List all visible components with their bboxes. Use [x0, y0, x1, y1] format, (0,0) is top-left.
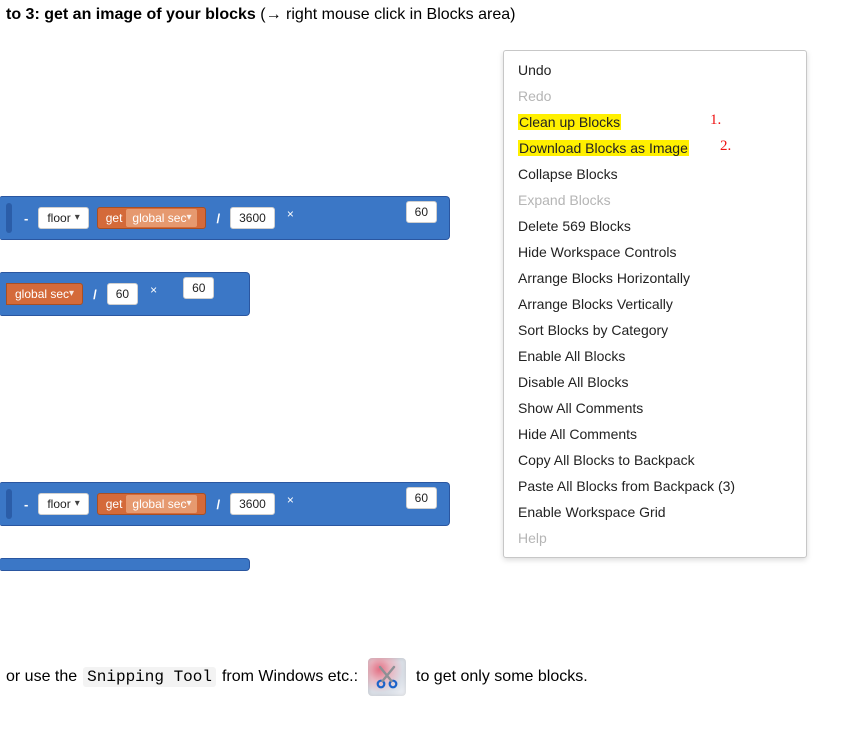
minus-operator: -	[22, 211, 30, 226]
menu-item-delete-569-blocks[interactable]: Delete 569 Blocks	[504, 213, 806, 239]
snipping-tool-name: Snipping Tool	[83, 667, 216, 687]
floor-dropdown[interactable]: floor▾	[38, 207, 88, 229]
menu-item-hide-all-comments[interactable]: Hide All Comments	[504, 421, 806, 447]
menu-item-disable-all-blocks[interactable]: Disable All Blocks	[504, 369, 806, 395]
footer-middle: from Windows etc.:	[222, 668, 358, 686]
number-literal-60-b[interactable]: 60	[183, 277, 214, 299]
snipping-tool-icon	[368, 658, 406, 696]
footer-suffix: to get only some blocks.	[416, 668, 588, 686]
menu-item-paste-all-blocks-from-backpack-3[interactable]: Paste All Blocks from Backpack (3)	[504, 473, 806, 499]
chevron-down-icon: ▾	[69, 285, 74, 303]
variable-dropdown[interactable]: global sec ▾	[126, 495, 197, 513]
menu-item-enable-all-blocks[interactable]: Enable All Blocks	[504, 343, 806, 369]
menu-item-copy-all-blocks-to-backpack[interactable]: Copy All Blocks to Backpack	[504, 447, 806, 473]
divide-operator: /	[214, 211, 222, 226]
menu-item-expand-blocks: Expand Blocks	[504, 187, 806, 213]
menu-item-arrange-blocks-vertically[interactable]: Arrange Blocks Vertically	[504, 291, 806, 317]
block-notch	[6, 203, 12, 233]
chevron-down-icon: ▾	[75, 207, 80, 229]
divide-operator: /	[214, 497, 222, 512]
footer-line: or use the Snipping Tool from Windows et…	[0, 650, 852, 696]
number-literal-60[interactable]: 60	[406, 487, 437, 509]
number-literal-3600[interactable]: 3600	[230, 493, 275, 515]
chevron-down-icon: ▾	[75, 493, 80, 515]
menu-item-sort-blocks-by-category[interactable]: Sort Blocks by Category	[504, 317, 806, 343]
block-notch	[6, 489, 12, 519]
menu-item-undo[interactable]: Undo	[504, 57, 806, 83]
menu-item-hide-workspace-controls[interactable]: Hide Workspace Controls	[504, 239, 806, 265]
multiply-operator: ×	[283, 493, 298, 507]
minus-operator: -	[22, 497, 30, 512]
menu-item-redo: Redo	[504, 83, 806, 109]
get-variable-block[interactable]: get global sec ▾	[97, 493, 207, 515]
menu-item-arrange-blocks-horizontally[interactable]: Arrange Blocks Horizontally	[504, 265, 806, 291]
chevron-down-icon: ▾	[186, 495, 191, 513]
context-menu: UndoRedoClean up Blocks1.Download Blocks…	[503, 50, 807, 558]
divide-operator: /	[91, 287, 99, 302]
variable-dropdown[interactable]: global sec ▾	[6, 283, 83, 305]
block-row-partial[interactable]	[0, 558, 250, 571]
number-literal-60[interactable]: 60	[107, 283, 138, 305]
instruction-line: to 3: get an image of your blocks (→ rig…	[0, 6, 852, 24]
block-row-floor-2[interactable]: - floor▾ get global sec ▾ / 3600 × 60	[0, 482, 450, 526]
menu-item-help: Help	[504, 525, 806, 551]
floor-dropdown[interactable]: floor▾	[38, 493, 88, 515]
chevron-down-icon: ▾	[186, 209, 191, 227]
get-variable-block[interactable]: get global sec ▾	[97, 207, 207, 229]
number-literal-60[interactable]: 60	[406, 201, 437, 223]
footer-prefix: or use the	[6, 668, 77, 686]
annotation-marker: 1.	[710, 110, 721, 130]
block-row-globalsec[interactable]: global sec ▾ / 60 × 60	[0, 272, 250, 316]
variable-dropdown[interactable]: global sec ▾	[126, 209, 197, 227]
multiply-operator: ×	[283, 207, 298, 221]
block-row-floor-1[interactable]: - floor▾ get global sec ▾ / 3600 × 60	[0, 196, 450, 240]
multiply-operator: ×	[146, 283, 161, 297]
number-literal-3600[interactable]: 3600	[230, 207, 275, 229]
instruction-detail: (→ right mouse click in Blocks area)	[256, 6, 516, 23]
scissors-icon	[374, 664, 400, 690]
menu-item-download-blocks-as-image[interactable]: Download Blocks as Image2.	[504, 135, 806, 161]
blocks-workspace[interactable]: - floor▾ get global sec ▾ / 3600 × 60 gl…	[0, 50, 852, 650]
annotation-marker: 2.	[720, 136, 731, 156]
menu-item-collapse-blocks[interactable]: Collapse Blocks	[504, 161, 806, 187]
menu-item-show-all-comments[interactable]: Show All Comments	[504, 395, 806, 421]
menu-item-clean-up-blocks[interactable]: Clean up Blocks1.	[504, 109, 806, 135]
menu-item-enable-workspace-grid[interactable]: Enable Workspace Grid	[504, 499, 806, 525]
instruction-bold: to 3: get an image of your blocks	[6, 6, 256, 23]
